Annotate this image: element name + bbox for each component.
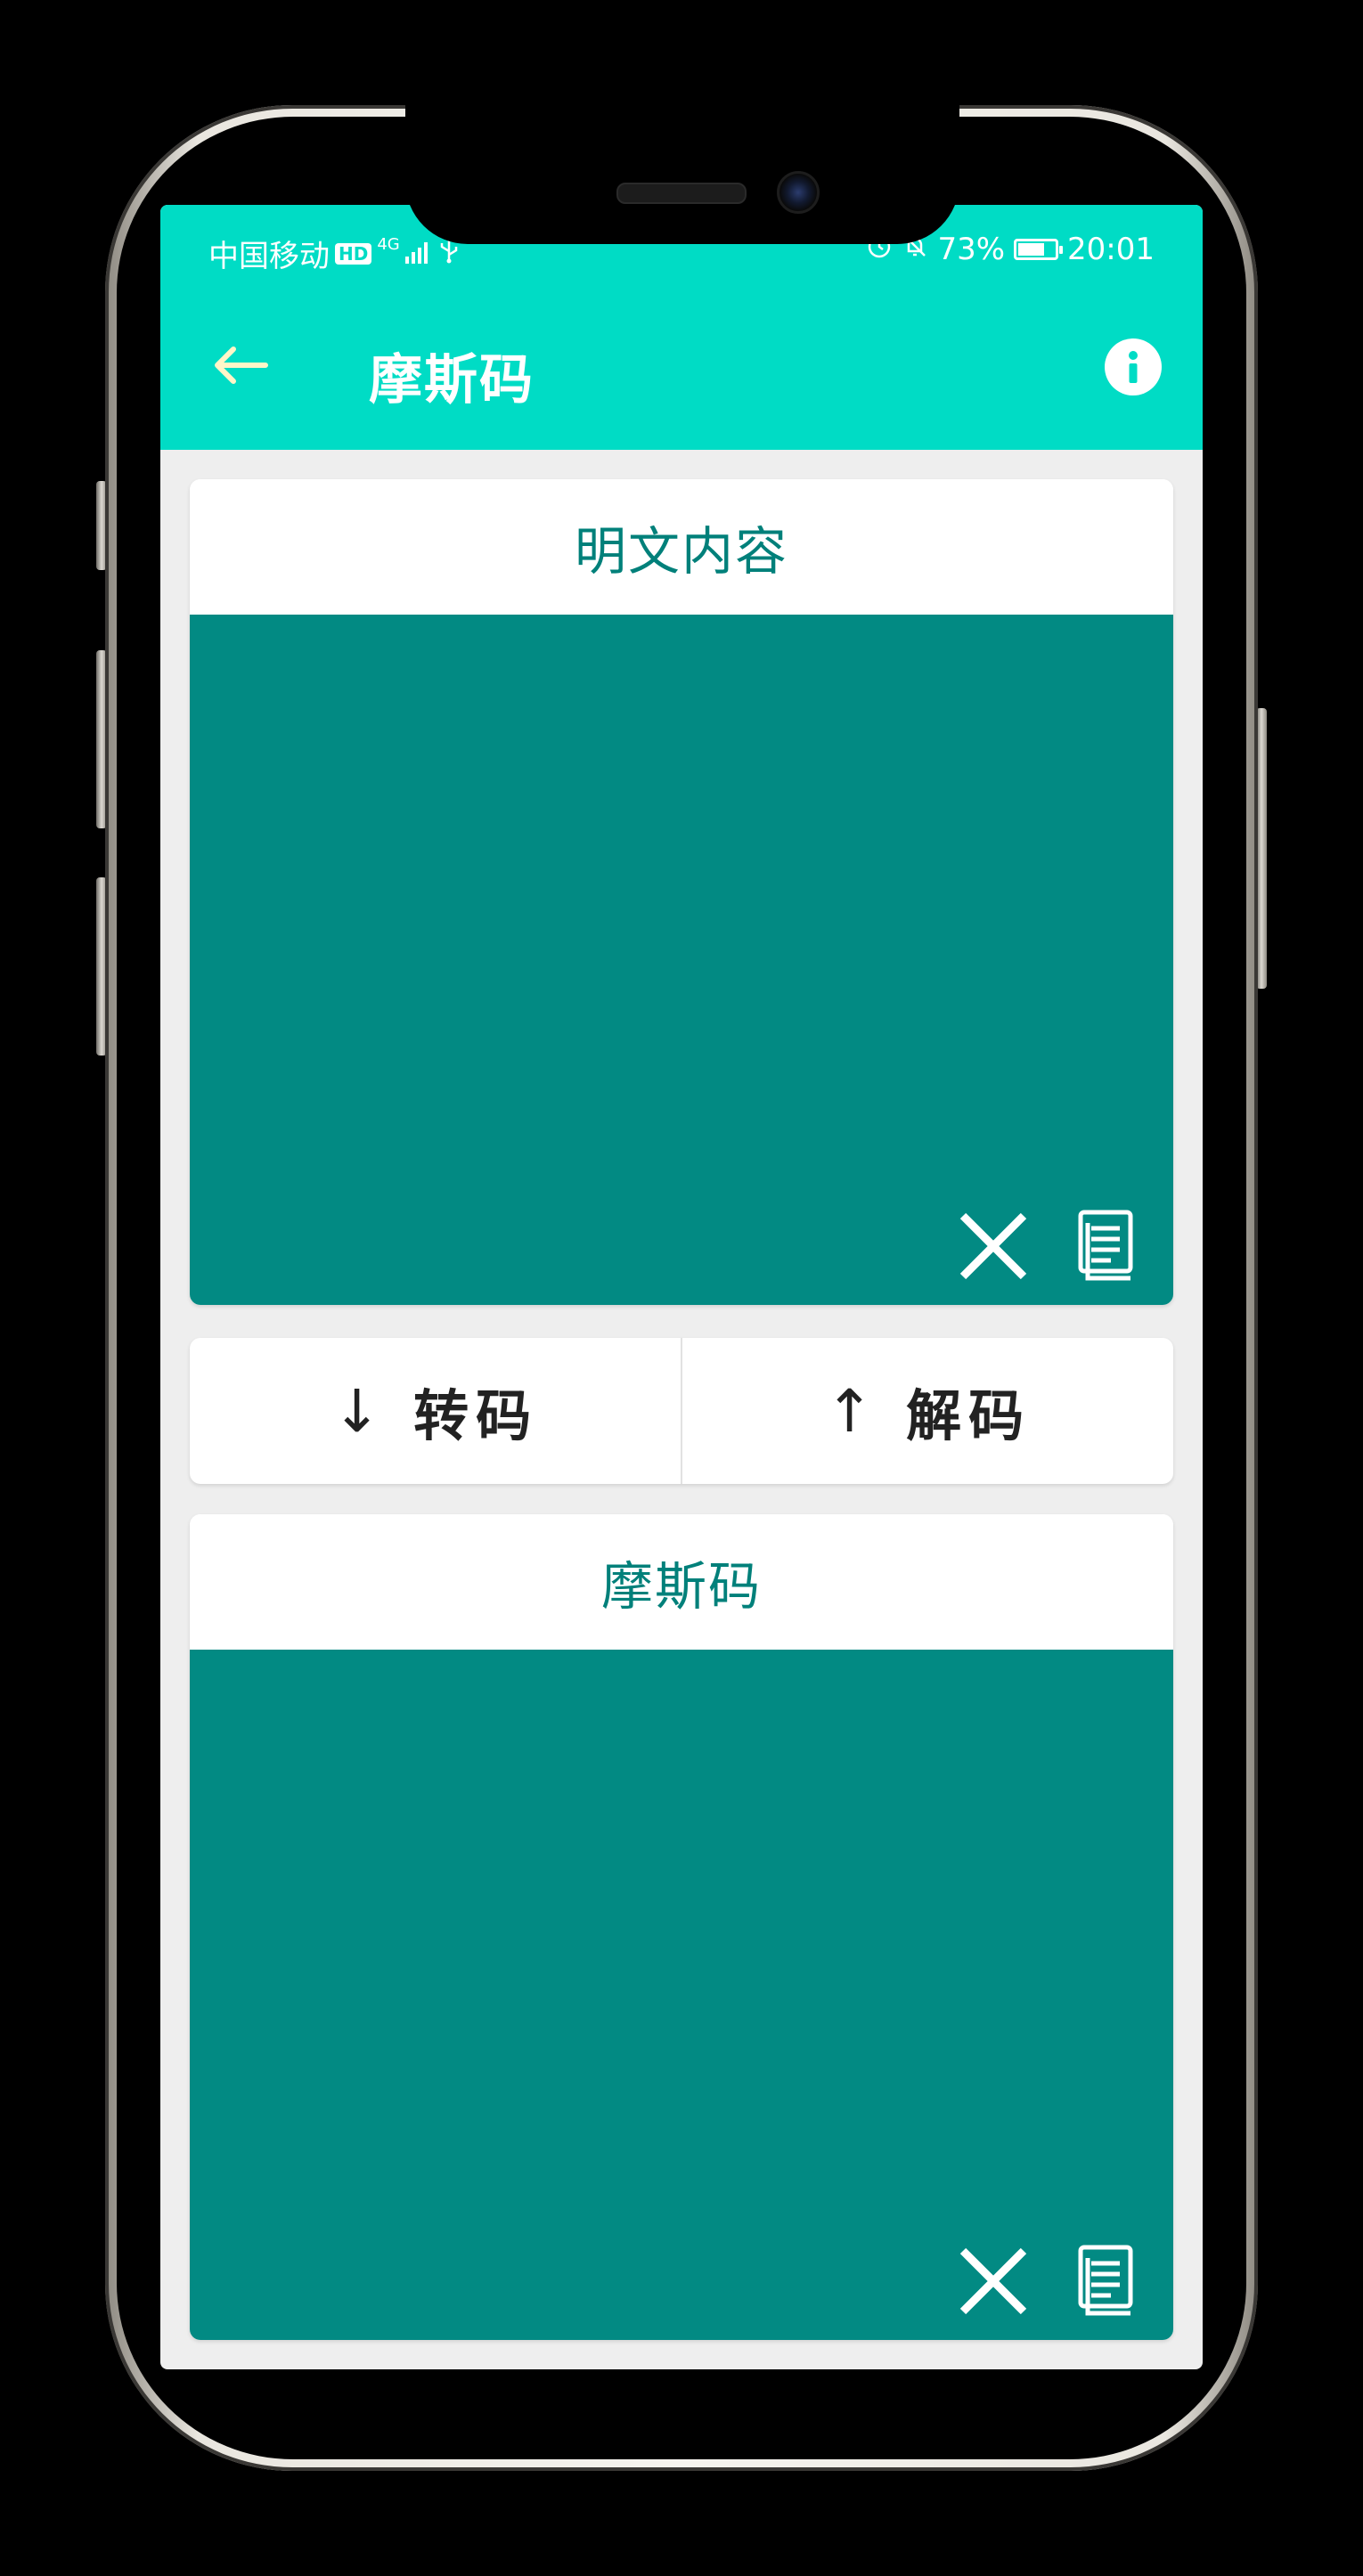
plaintext-copy-button[interactable] xyxy=(1072,1209,1147,1284)
notch xyxy=(405,105,959,244)
page-title: 摩斯码 xyxy=(369,349,535,412)
back-button[interactable] xyxy=(205,330,276,401)
plaintext-input[interactable] xyxy=(190,615,1173,1305)
earpiece-speaker xyxy=(616,183,747,204)
signal-icon xyxy=(404,236,432,272)
carrier-name: 中国移动 xyxy=(208,239,330,274)
arrow-up-icon: ↑ xyxy=(824,1376,875,1446)
morse-panel xyxy=(190,1650,1173,2340)
info-icon xyxy=(1129,351,1138,383)
encode-button[interactable]: ↓ 转码 xyxy=(190,1338,681,1484)
close-icon xyxy=(959,1212,1027,1280)
morse-header: 摩斯码 xyxy=(190,1514,1173,1650)
copy-icon xyxy=(1078,1210,1133,1281)
battery-level xyxy=(1018,243,1045,256)
plaintext-clear-button[interactable] xyxy=(956,1209,1031,1284)
hd-badge: HD xyxy=(335,242,372,265)
morse-actions xyxy=(956,2244,1147,2319)
title-row: 摩斯码 xyxy=(160,294,1203,450)
front-camera xyxy=(777,171,820,214)
close-icon xyxy=(959,2247,1027,2315)
encode-label: 转码 xyxy=(413,1383,539,1448)
copy-icon xyxy=(1078,2245,1133,2316)
clock: 20:01 xyxy=(1067,232,1155,267)
morse-clear-button[interactable] xyxy=(956,2244,1031,2319)
decode-button[interactable]: ↑ 解码 xyxy=(682,1338,1173,1484)
arrow-down-icon: ↓ xyxy=(331,1376,382,1446)
decode-label: 解码 xyxy=(906,1383,1032,1448)
device-stage: 中国移动 HD 4G 73% 20:01 摩斯码 明文内容 ↓ 转码 ↑ 解码 … xyxy=(0,0,1363,2576)
battery-icon xyxy=(1014,239,1064,260)
plaintext-card: 明文内容 xyxy=(190,479,1173,1305)
network-type: 4G xyxy=(377,235,400,254)
plaintext-header: 明文内容 xyxy=(190,479,1173,615)
plaintext-actions xyxy=(956,1209,1147,1284)
morse-input[interactable] xyxy=(190,1650,1173,2340)
morse-card: 摩斯码 xyxy=(190,1514,1173,2340)
convert-actions: ↓ 转码 ↑ 解码 xyxy=(190,1338,1173,1484)
app-screen: 中国移动 HD 4G 73% 20:01 摩斯码 明文内容 ↓ 转码 ↑ 解码 … xyxy=(160,205,1203,2369)
plaintext-panel xyxy=(190,615,1173,1305)
battery-percent: 73% xyxy=(937,232,1006,267)
info-button[interactable] xyxy=(1105,338,1162,395)
morse-copy-button[interactable] xyxy=(1072,2244,1147,2319)
arrow-left-icon xyxy=(215,346,268,384)
status-left: 中国移动 HD 4G xyxy=(208,232,461,275)
